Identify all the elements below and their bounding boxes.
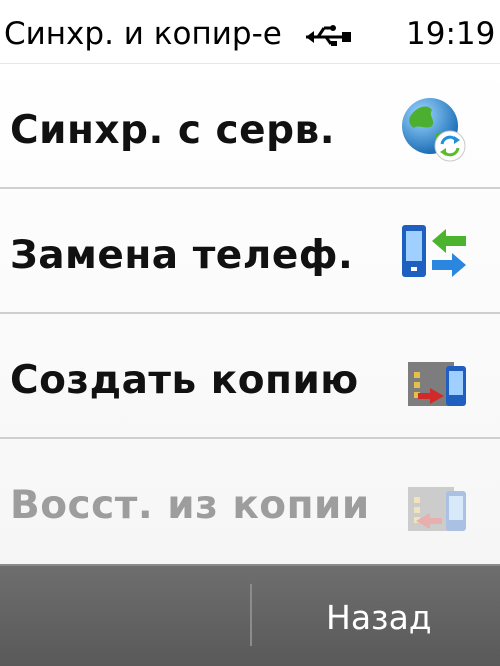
menu-list: Синхр. с серв. Замена телеф. Создать коп… [0,64,500,564]
back-button[interactable]: Назад [252,566,500,666]
left-softkey[interactable] [0,566,250,666]
menu-item-create-backup[interactable]: Создать копию [0,314,500,439]
menu-item-restore-backup[interactable]: Восст. из копии [0,439,500,564]
status-title: Синхр. и копир-е [4,16,282,52]
softkey-bar: Назад [0,564,500,666]
backup-create-icon [408,362,466,406]
backup-restore-icon [408,487,466,531]
status-bar: Синхр. и копир-е 19:19 [0,0,500,64]
status-time: 19:19 [406,16,496,52]
back-button-label: Назад [326,598,432,637]
usb-icon [306,25,351,46]
phone-transfer-icon [402,225,466,277]
menu-item-label: Восст. из копии [10,483,370,528]
globe-sync-icon [402,98,466,162]
menu-item-label: Синхр. с серв. [10,108,336,153]
menu-item-label: Создать копию [10,358,359,403]
menu-item-label: Замена телеф. [10,233,354,278]
menu-item-sync-server[interactable]: Синхр. с серв. [0,64,500,189]
menu-item-phone-switch[interactable]: Замена телеф. [0,189,500,314]
